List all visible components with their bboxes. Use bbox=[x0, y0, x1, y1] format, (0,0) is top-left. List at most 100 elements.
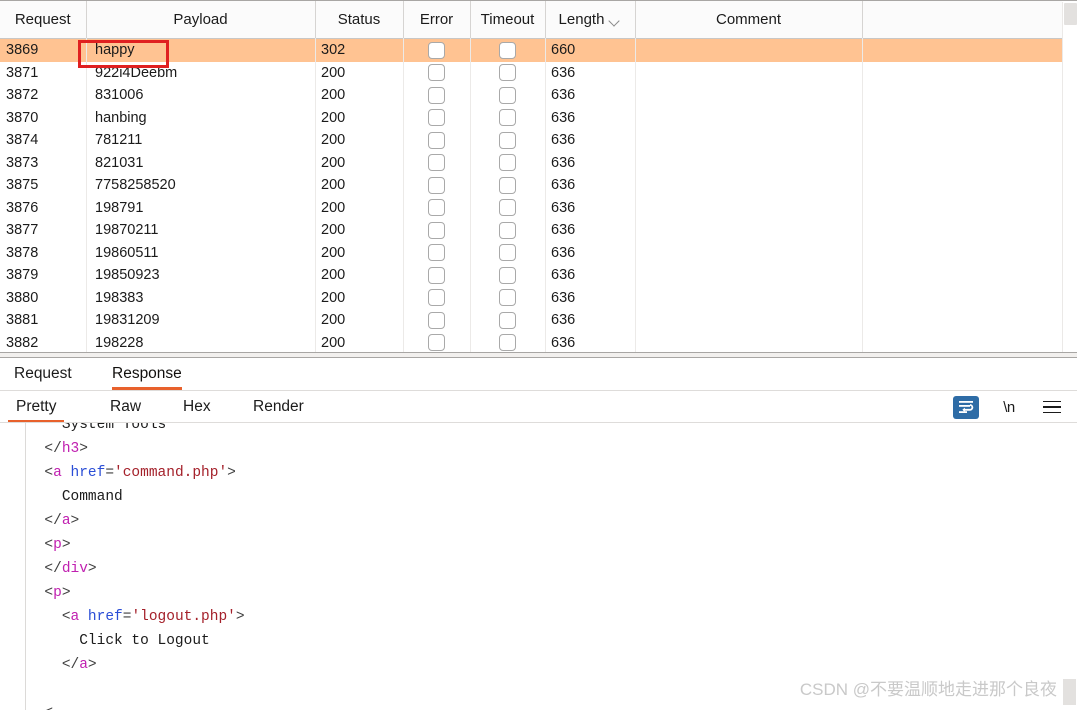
table-row[interactable]: 3877 19870211 200 636 bbox=[0, 219, 1062, 242]
cell-timeout-checkbox[interactable] bbox=[470, 38, 545, 62]
tab-hex[interactable]: Hex bbox=[183, 391, 211, 423]
cell-timeout-checkbox[interactable] bbox=[470, 219, 545, 242]
cell-error-checkbox[interactable] bbox=[403, 242, 470, 265]
cell-error-checkbox[interactable] bbox=[403, 287, 470, 310]
checkbox-icon[interactable] bbox=[428, 199, 445, 217]
newline-icon[interactable]: \n bbox=[996, 396, 1022, 419]
tab-raw[interactable]: Raw bbox=[110, 391, 141, 423]
cell-error-checkbox[interactable] bbox=[403, 129, 470, 152]
cell-request: 3873 bbox=[6, 154, 39, 171]
tab-pretty[interactable]: Pretty bbox=[8, 391, 65, 423]
cell-payload: 821031 bbox=[95, 154, 144, 171]
response-body-viewer[interactable]: System Tools </h3> <a href='command.php'… bbox=[0, 422, 1077, 710]
results-table-scroll-area[interactable]: Request Payload Status Error Timeout Length Co… bbox=[0, 1, 1062, 352]
column-header-request[interactable]: Request bbox=[0, 1, 87, 39]
column-header-payload[interactable]: Payload bbox=[86, 1, 316, 39]
checkbox-icon[interactable] bbox=[499, 64, 516, 82]
table-row[interactable]: 3873 821031 200 636 bbox=[0, 152, 1062, 175]
column-header-comment[interactable]: Comment bbox=[635, 1, 863, 39]
table-row[interactable]: 3872 831006 200 636 bbox=[0, 84, 1062, 107]
code-vertical-scrollbar[interactable] bbox=[1062, 423, 1077, 710]
cell-error-checkbox[interactable] bbox=[403, 309, 470, 332]
checkbox-icon[interactable] bbox=[428, 334, 445, 352]
cell-request: 3879 bbox=[6, 267, 39, 283]
cell-timeout-checkbox[interactable] bbox=[470, 264, 545, 287]
cell-timeout-checkbox[interactable] bbox=[470, 332, 545, 353]
table-row[interactable]: 3871 922i4Deebm 200 636 bbox=[0, 62, 1062, 85]
checkbox-icon[interactable] bbox=[428, 64, 445, 82]
tab-request[interactable]: Request bbox=[14, 358, 72, 390]
table-row[interactable]: 3881 19831209 200 636 bbox=[0, 309, 1062, 332]
cell-timeout-checkbox[interactable] bbox=[470, 197, 545, 220]
scrollbar-thumb[interactable] bbox=[1063, 679, 1076, 705]
cell-error-checkbox[interactable] bbox=[403, 84, 470, 107]
tab-render[interactable]: Render bbox=[253, 391, 304, 423]
column-header-timeout[interactable]: Timeout bbox=[470, 1, 546, 39]
scrollbar-thumb[interactable] bbox=[1064, 3, 1077, 25]
table-row[interactable]: 3880 198383 200 636 bbox=[0, 287, 1062, 310]
checkbox-icon[interactable] bbox=[499, 289, 516, 307]
cell-payload: 19850923 bbox=[95, 267, 160, 283]
hamburger-menu-icon[interactable] bbox=[1039, 396, 1065, 419]
cell-timeout-checkbox[interactable] bbox=[470, 309, 545, 332]
table-row[interactable]: 3869 happy 302 660 bbox=[0, 38, 1062, 62]
cell-timeout-checkbox[interactable] bbox=[470, 174, 545, 197]
checkbox-icon[interactable] bbox=[428, 86, 445, 104]
cell-comment bbox=[635, 129, 862, 152]
checkbox-icon[interactable] bbox=[428, 289, 445, 307]
table-row[interactable]: 3882 198228 200 636 bbox=[0, 332, 1062, 353]
checkbox-icon[interactable] bbox=[499, 109, 516, 127]
checkbox-icon[interactable] bbox=[499, 266, 516, 284]
cell-timeout-checkbox[interactable] bbox=[470, 62, 545, 85]
cell-timeout-checkbox[interactable] bbox=[470, 242, 545, 265]
checkbox-icon[interactable] bbox=[499, 41, 516, 59]
word-wrap-icon[interactable] bbox=[953, 395, 979, 419]
checkbox-icon[interactable] bbox=[428, 154, 445, 172]
cell-timeout-checkbox[interactable] bbox=[470, 287, 545, 310]
checkbox-icon[interactable] bbox=[428, 41, 445, 59]
table-row[interactable]: 3875 7758258520 200 636 bbox=[0, 174, 1062, 197]
table-row[interactable]: 3876 198791 200 636 bbox=[0, 197, 1062, 220]
column-header-length[interactable]: Length bbox=[545, 1, 636, 39]
checkbox-icon[interactable] bbox=[428, 266, 445, 284]
cell-timeout-checkbox[interactable] bbox=[470, 107, 545, 130]
cell-timeout-checkbox[interactable] bbox=[470, 84, 545, 107]
checkbox-icon[interactable] bbox=[499, 86, 516, 104]
results-vertical-scrollbar[interactable] bbox=[1062, 2, 1077, 352]
cell-error-checkbox[interactable] bbox=[403, 152, 470, 175]
attack-results-panel: Request Payload Status Error Timeout Length Co… bbox=[0, 0, 1077, 352]
checkbox-icon[interactable] bbox=[499, 311, 516, 329]
checkbox-icon[interactable] bbox=[428, 244, 445, 262]
checkbox-icon[interactable] bbox=[428, 131, 445, 149]
checkbox-icon[interactable] bbox=[499, 244, 516, 262]
tab-hex-label: Hex bbox=[183, 398, 211, 415]
cell-timeout-checkbox[interactable] bbox=[470, 152, 545, 175]
table-row[interactable]: 3879 19850923 200 636 bbox=[0, 264, 1062, 287]
checkbox-icon[interactable] bbox=[499, 334, 516, 352]
cell-error-checkbox[interactable] bbox=[403, 38, 470, 62]
column-header-status[interactable]: Status bbox=[315, 1, 404, 39]
column-header-error[interactable]: Error bbox=[403, 1, 471, 39]
tab-response[interactable]: Response bbox=[112, 358, 182, 390]
cell-length: 636 bbox=[551, 289, 576, 306]
cell-error-checkbox[interactable] bbox=[403, 197, 470, 220]
checkbox-icon[interactable] bbox=[428, 176, 445, 194]
checkbox-icon[interactable] bbox=[499, 176, 516, 194]
cell-error-checkbox[interactable] bbox=[403, 264, 470, 287]
cell-error-checkbox[interactable] bbox=[403, 174, 470, 197]
table-row[interactable]: 3878 19860511 200 636 bbox=[0, 242, 1062, 265]
checkbox-icon[interactable] bbox=[499, 221, 516, 239]
cell-timeout-checkbox[interactable] bbox=[470, 129, 545, 152]
cell-error-checkbox[interactable] bbox=[403, 332, 470, 353]
checkbox-icon[interactable] bbox=[428, 221, 445, 239]
checkbox-icon[interactable] bbox=[499, 199, 516, 217]
checkbox-icon[interactable] bbox=[499, 131, 516, 149]
checkbox-icon[interactable] bbox=[499, 154, 516, 172]
table-row[interactable]: 3874 781211 200 636 bbox=[0, 129, 1062, 152]
checkbox-icon[interactable] bbox=[428, 311, 445, 329]
cell-error-checkbox[interactable] bbox=[403, 62, 470, 85]
table-row[interactable]: 3870 hanbing 200 636 bbox=[0, 107, 1062, 130]
cell-error-checkbox[interactable] bbox=[403, 107, 470, 130]
checkbox-icon[interactable] bbox=[428, 109, 445, 127]
cell-error-checkbox[interactable] bbox=[403, 219, 470, 242]
